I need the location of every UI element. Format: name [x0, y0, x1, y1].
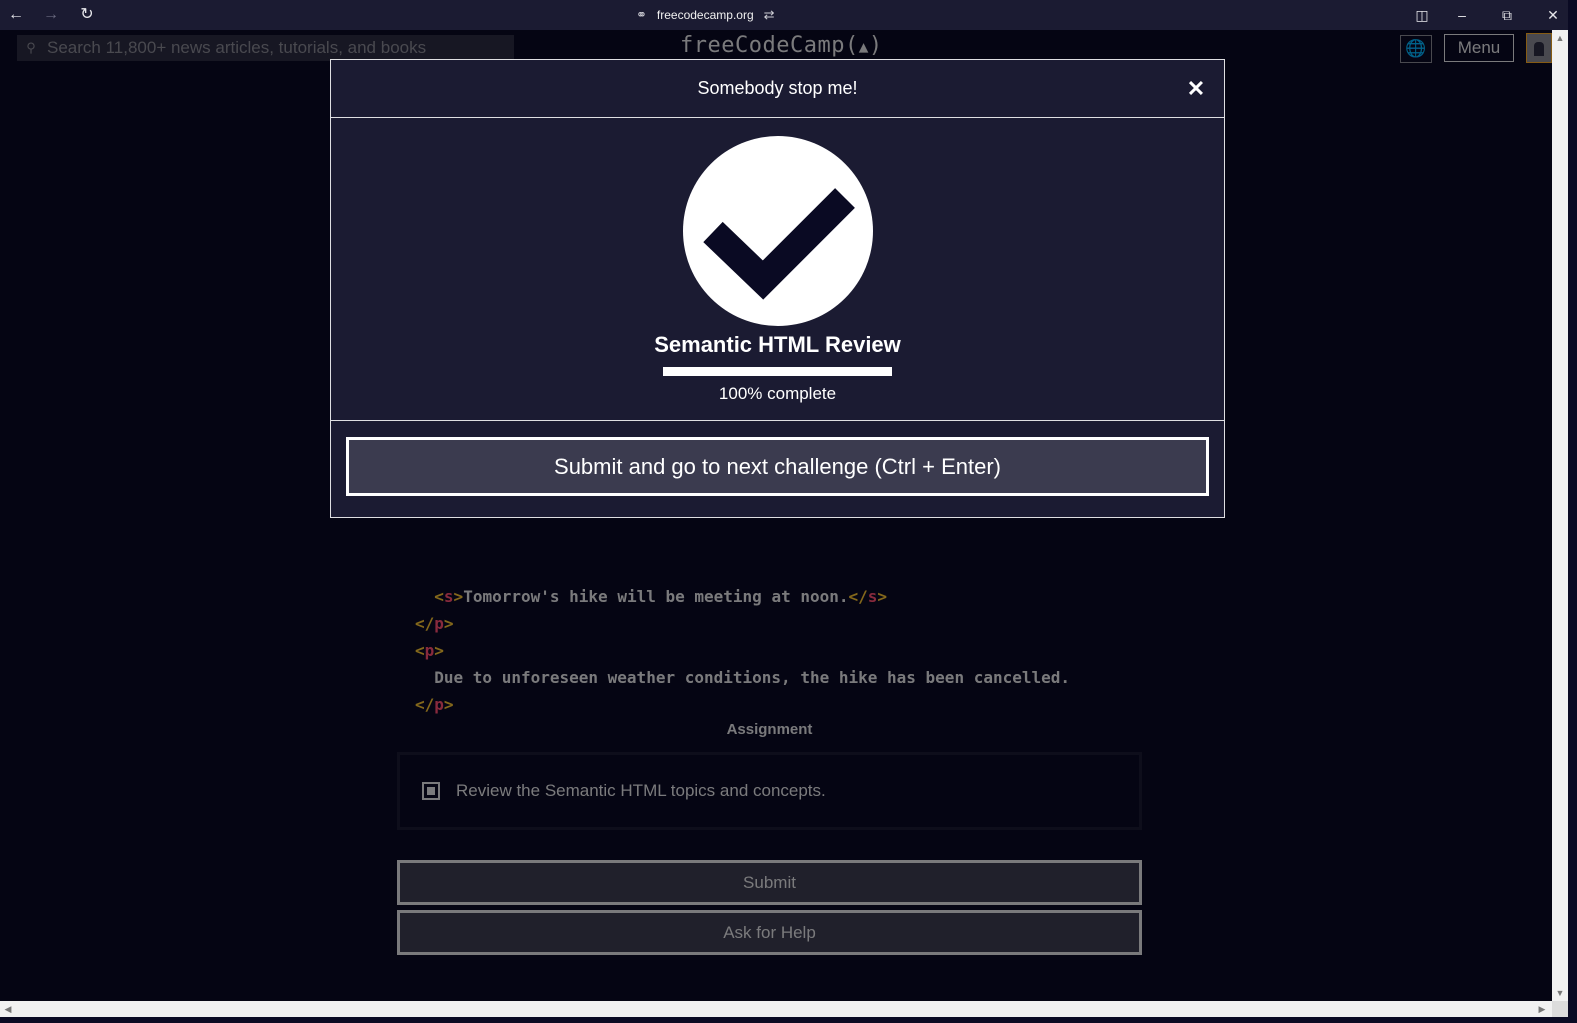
window-edge	[1568, 0, 1577, 1023]
block-title: Semantic HTML Review	[654, 332, 901, 357]
completion-modal: Somebody stop me! ✕ Semantic HTML Review…	[330, 59, 1225, 518]
close-icon[interactable]: ✕	[1183, 76, 1209, 102]
progress-text: 100% complete	[718, 384, 837, 403]
site-info-icon[interactable]: ⚭	[636, 7, 647, 23]
url-text: freecodecamp.org	[656, 8, 754, 22]
scroll-up-icon[interactable]: ▲	[1554, 32, 1566, 44]
scroll-left-icon[interactable]: ◀	[2, 1003, 14, 1015]
modal-title: Somebody stop me!	[697, 78, 858, 98]
scroll-right-icon[interactable]: ▶	[1536, 1003, 1548, 1015]
modal-header: Somebody stop me! ✕	[331, 60, 1224, 118]
address-bar[interactable]: ⚭ freecodecamp.org ⇄	[636, 6, 775, 24]
scrollbar-corner	[1552, 1001, 1568, 1017]
horizontal-scrollbar[interactable]: ◀ ▶	[0, 1001, 1552, 1017]
progress-fill	[663, 367, 892, 376]
minimize-icon[interactable]: –	[1448, 4, 1476, 26]
restore-icon[interactable]: ⧉	[1493, 4, 1521, 26]
reload-icon[interactable]: ↻	[76, 4, 98, 26]
modal-divider	[331, 420, 1224, 421]
browser-toolbar: ← → ↻ ⚭ freecodecamp.org ⇄ ◫ – ⧉ ✕	[0, 0, 1577, 30]
vertical-scrollbar[interactable]: ▲ ▼	[1552, 30, 1568, 1001]
tune-icon[interactable]: ⇄	[764, 7, 775, 23]
window-close-icon[interactable]: ✕	[1539, 4, 1567, 26]
back-icon[interactable]: ←	[5, 4, 27, 26]
scroll-down-icon[interactable]: ▼	[1554, 987, 1566, 999]
submit-next-challenge-button[interactable]: Submit and go to next challenge (Ctrl + …	[346, 437, 1209, 496]
window-edge	[0, 1017, 1577, 1023]
forward-icon[interactable]: →	[40, 4, 62, 26]
progress-bar	[663, 367, 892, 376]
split-view-icon[interactable]: ◫	[1408, 4, 1436, 26]
checkmark-icon	[683, 136, 873, 326]
